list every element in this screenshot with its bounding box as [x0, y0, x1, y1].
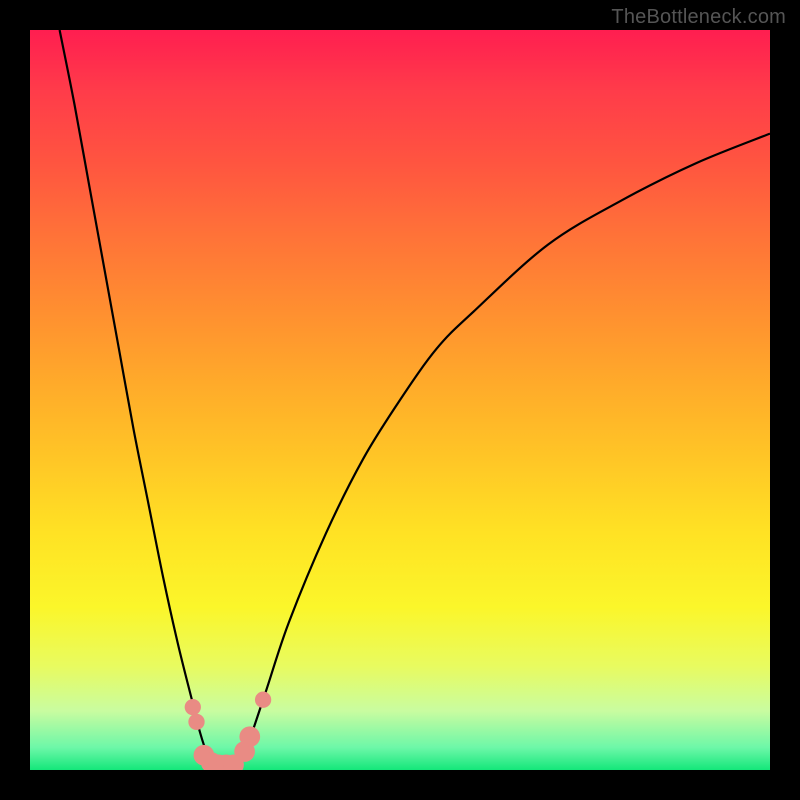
- curve-marker: [255, 692, 271, 708]
- curve-marker: [185, 699, 201, 715]
- right-curve: [237, 134, 770, 770]
- curve-markers: [185, 692, 272, 770]
- curve-marker: [239, 726, 260, 747]
- watermark-text: TheBottleneck.com: [611, 6, 786, 29]
- curve-marker: [188, 714, 204, 730]
- left-curve: [60, 30, 215, 770]
- plot-area: [30, 30, 770, 770]
- chart-svg: [30, 30, 770, 770]
